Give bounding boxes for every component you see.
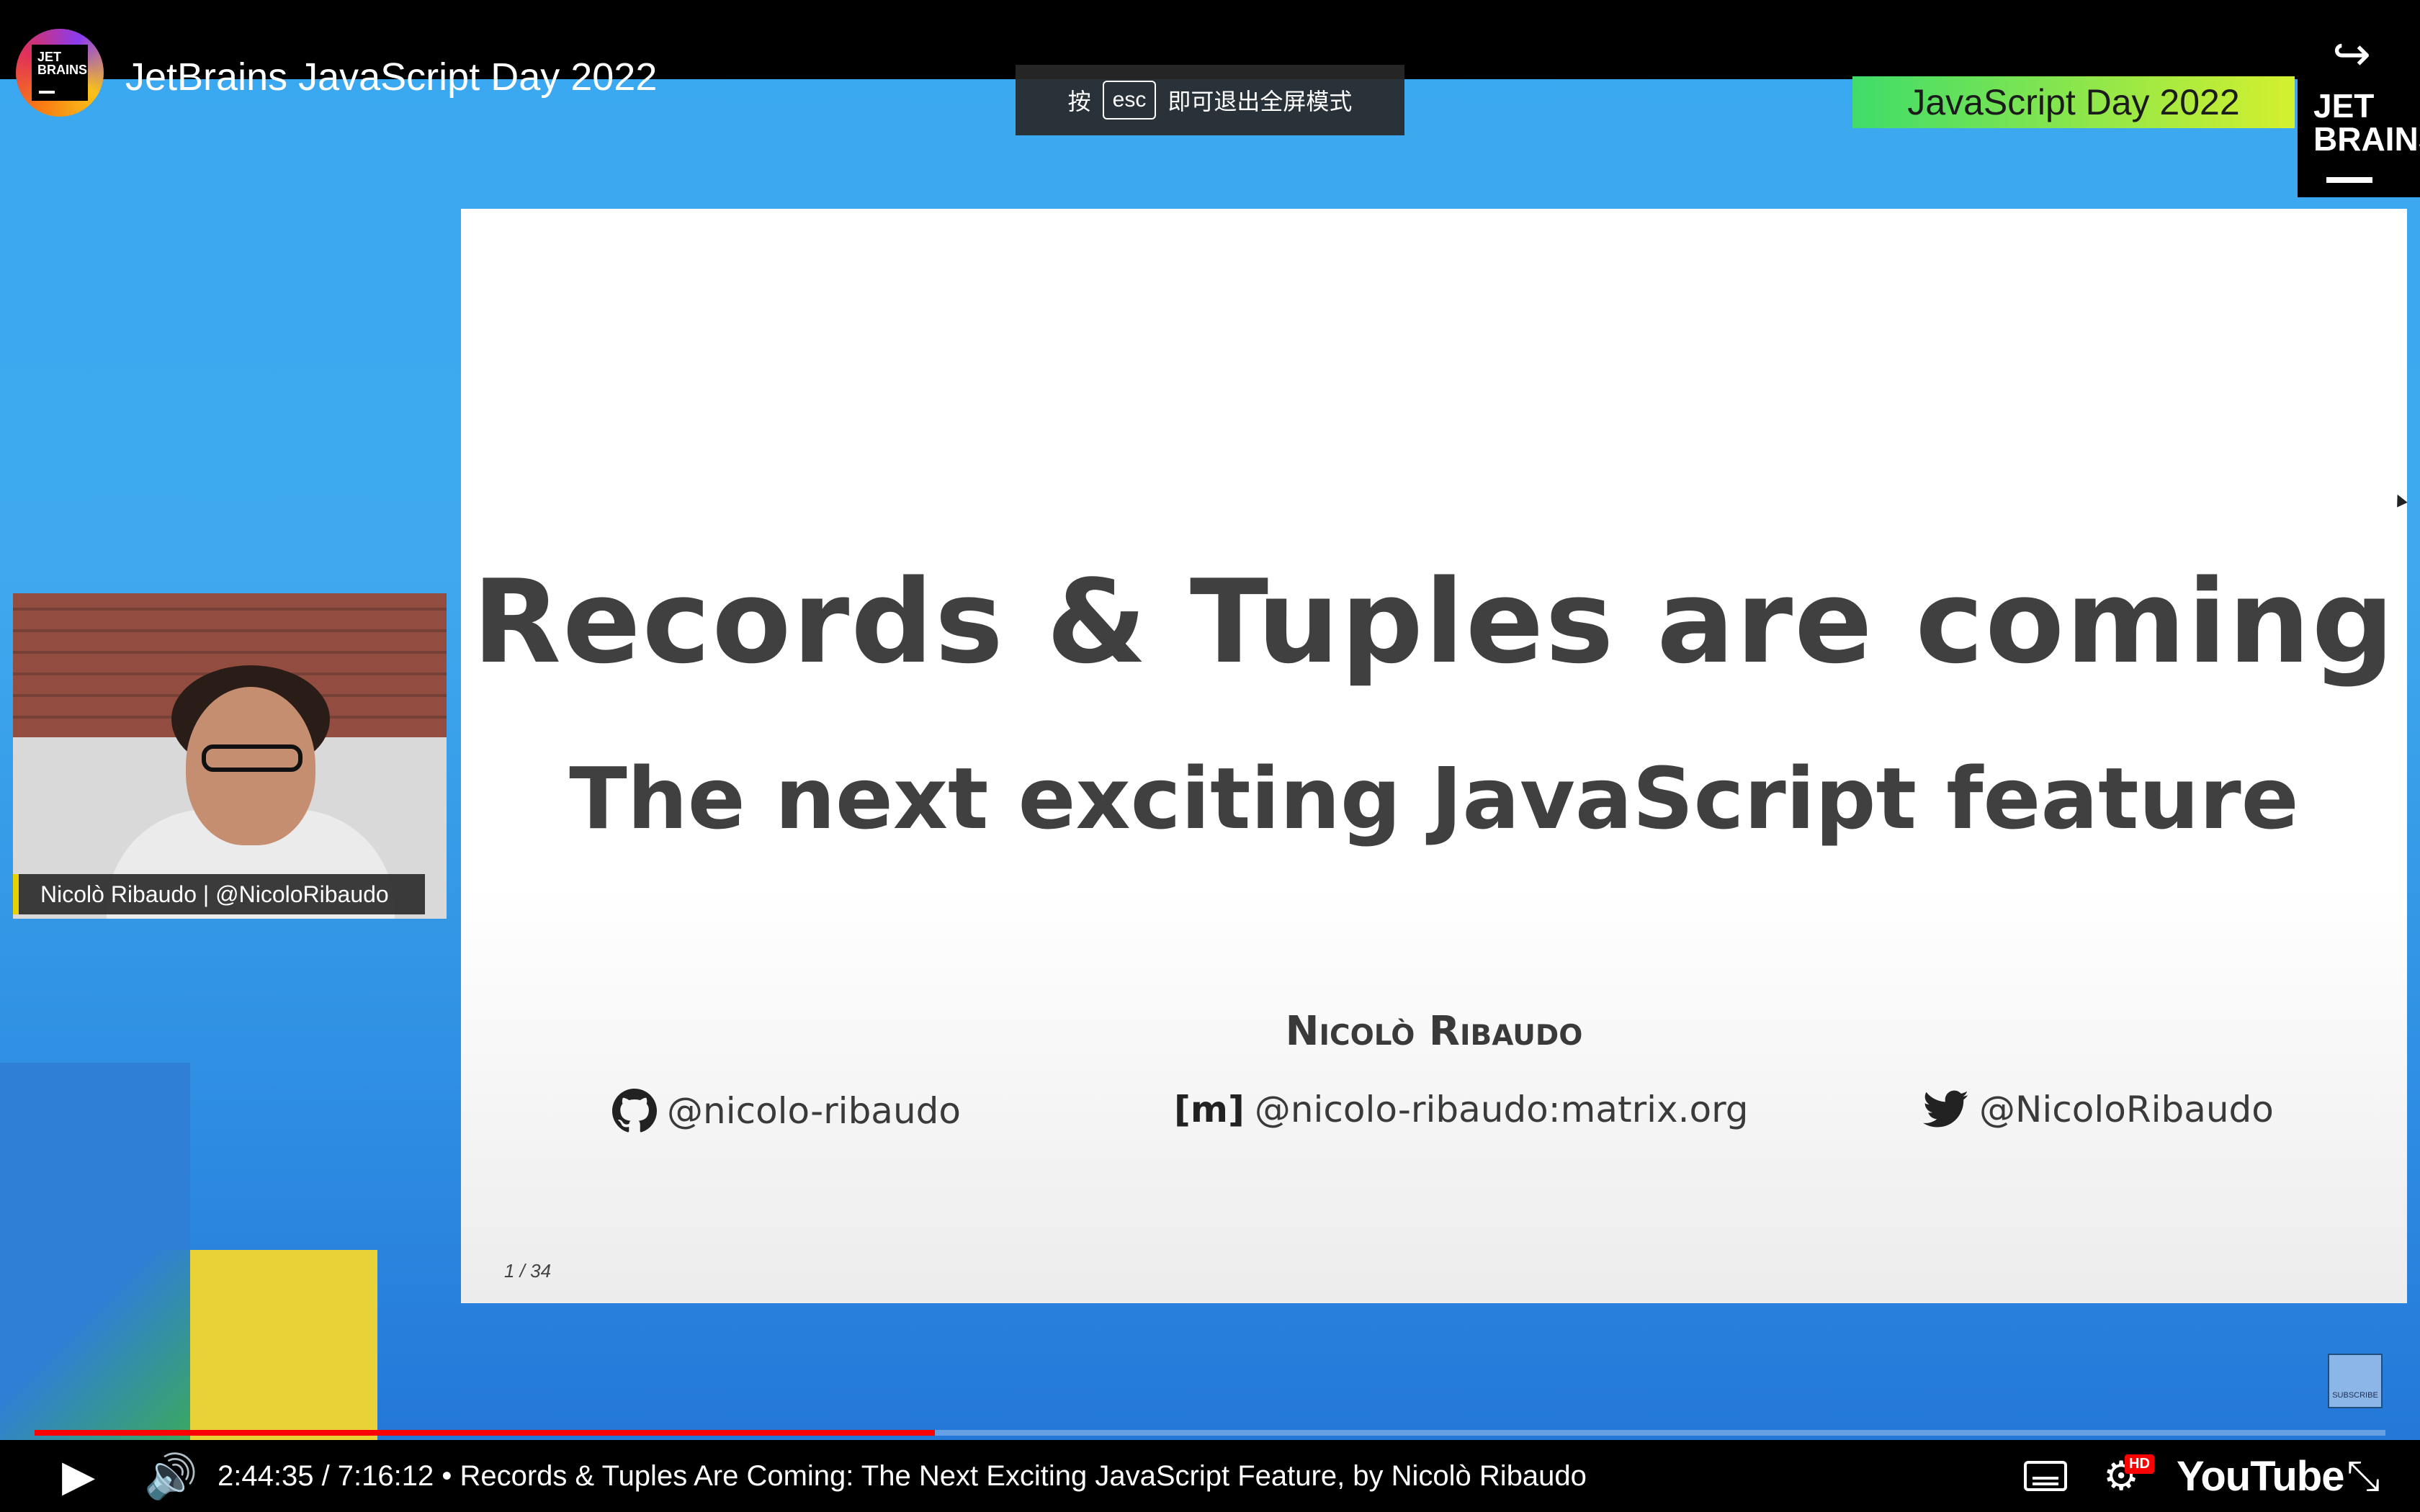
slide-page-number: 1 / 34 xyxy=(504,1260,552,1282)
video-frame[interactable]: JET BRAINS JetBrains JavaScript Day 2022 … xyxy=(0,0,2420,1440)
player-controls: ▶ 🔊 2:44:35 / 7:16:12 • Records & Tuples… xyxy=(0,1440,2420,1512)
hd-badge: HD xyxy=(2125,1454,2154,1474)
progress-bar[interactable] xyxy=(35,1430,2385,1436)
twitter-handle: @NicoloRibaudo xyxy=(1979,1089,2274,1130)
event-badge: JavaScript Day 2022 xyxy=(1852,76,2295,128)
slide-author: Nicolò Ribaudo xyxy=(1285,1008,1583,1055)
captions-button[interactable] xyxy=(2024,1440,2067,1512)
channel-logo[interactable]: JET BRAINS xyxy=(16,29,104,117)
github-icon xyxy=(612,1089,657,1133)
video-player[interactable]: JET BRAINS JetBrains JavaScript Day 2022 … xyxy=(0,0,2420,1512)
slide-subtitle: The next exciting JavaScript feature xyxy=(569,749,2299,848)
speaker-glasses xyxy=(202,744,302,772)
captions-icon xyxy=(2024,1461,2067,1491)
volume-icon: 🔊 xyxy=(144,1452,198,1500)
subscribe-watermark[interactable]: SUBSCRIBE xyxy=(2328,1354,2383,1408)
volume-button[interactable]: 🔊 xyxy=(144,1440,198,1512)
twitter-contact: @NicoloRibaudo xyxy=(1923,1089,2274,1130)
twitter-icon xyxy=(1923,1090,1969,1129)
decor-square-yellow xyxy=(190,1250,377,1440)
matrix-handle: @nicolo-ribaudo:matrix.org xyxy=(1254,1089,1749,1130)
time-and-chapter: 2:44:35 / 7:16:12 • Records & Tuples Are… xyxy=(218,1459,1587,1492)
matrix-icon: [m] xyxy=(1174,1089,1245,1130)
youtube-logo[interactable]: YouTube xyxy=(2177,1440,2344,1512)
exit-fullscreen-toast: 按 esc 即可退出全屏模式 xyxy=(1016,65,1404,135)
esc-key: esc xyxy=(1102,81,1157,120)
slide-title: Records & Tuples are coming xyxy=(472,554,2396,689)
exit-fullscreen-button[interactable]: ⤡ xyxy=(2347,1440,2380,1512)
video-title[interactable]: JetBrains JavaScript Day 2022 xyxy=(125,55,657,99)
jetbrains-logo-icon: JET BRAINS xyxy=(32,45,88,101)
play-icon: ▶ xyxy=(62,1452,96,1500)
github-handle: @nicolo-ribaudo xyxy=(667,1090,961,1132)
toast-text-before: 按 xyxy=(1067,89,1091,114)
progress-fill xyxy=(35,1430,936,1436)
exit-fullscreen-icon: ⤡ xyxy=(2347,1452,2380,1499)
share-icon: ↪ xyxy=(2332,28,2371,80)
toast-text-after: 即可退出全屏模式 xyxy=(1168,89,1353,114)
matrix-contact: [m] @nicolo-ribaudo:matrix.org xyxy=(1174,1089,1749,1130)
play-button[interactable]: ▶ xyxy=(62,1440,95,1512)
settings-button[interactable]: ⚙ xyxy=(2103,1440,2139,1512)
jetbrains-corner-logo: JETBRAINS xyxy=(2298,76,2420,197)
speaker-nametag: Nicolò Ribaudo | @NicoloRibaudo xyxy=(13,874,425,914)
github-contact: @nicolo-ribaudo xyxy=(612,1089,961,1133)
presentation-slide: Records & Tuples are coming The next exc… xyxy=(461,209,2407,1303)
decor-square-green xyxy=(0,1250,190,1440)
speaker-webcam: Nicolò Ribaudo | @NicoloRibaudo xyxy=(13,593,447,919)
